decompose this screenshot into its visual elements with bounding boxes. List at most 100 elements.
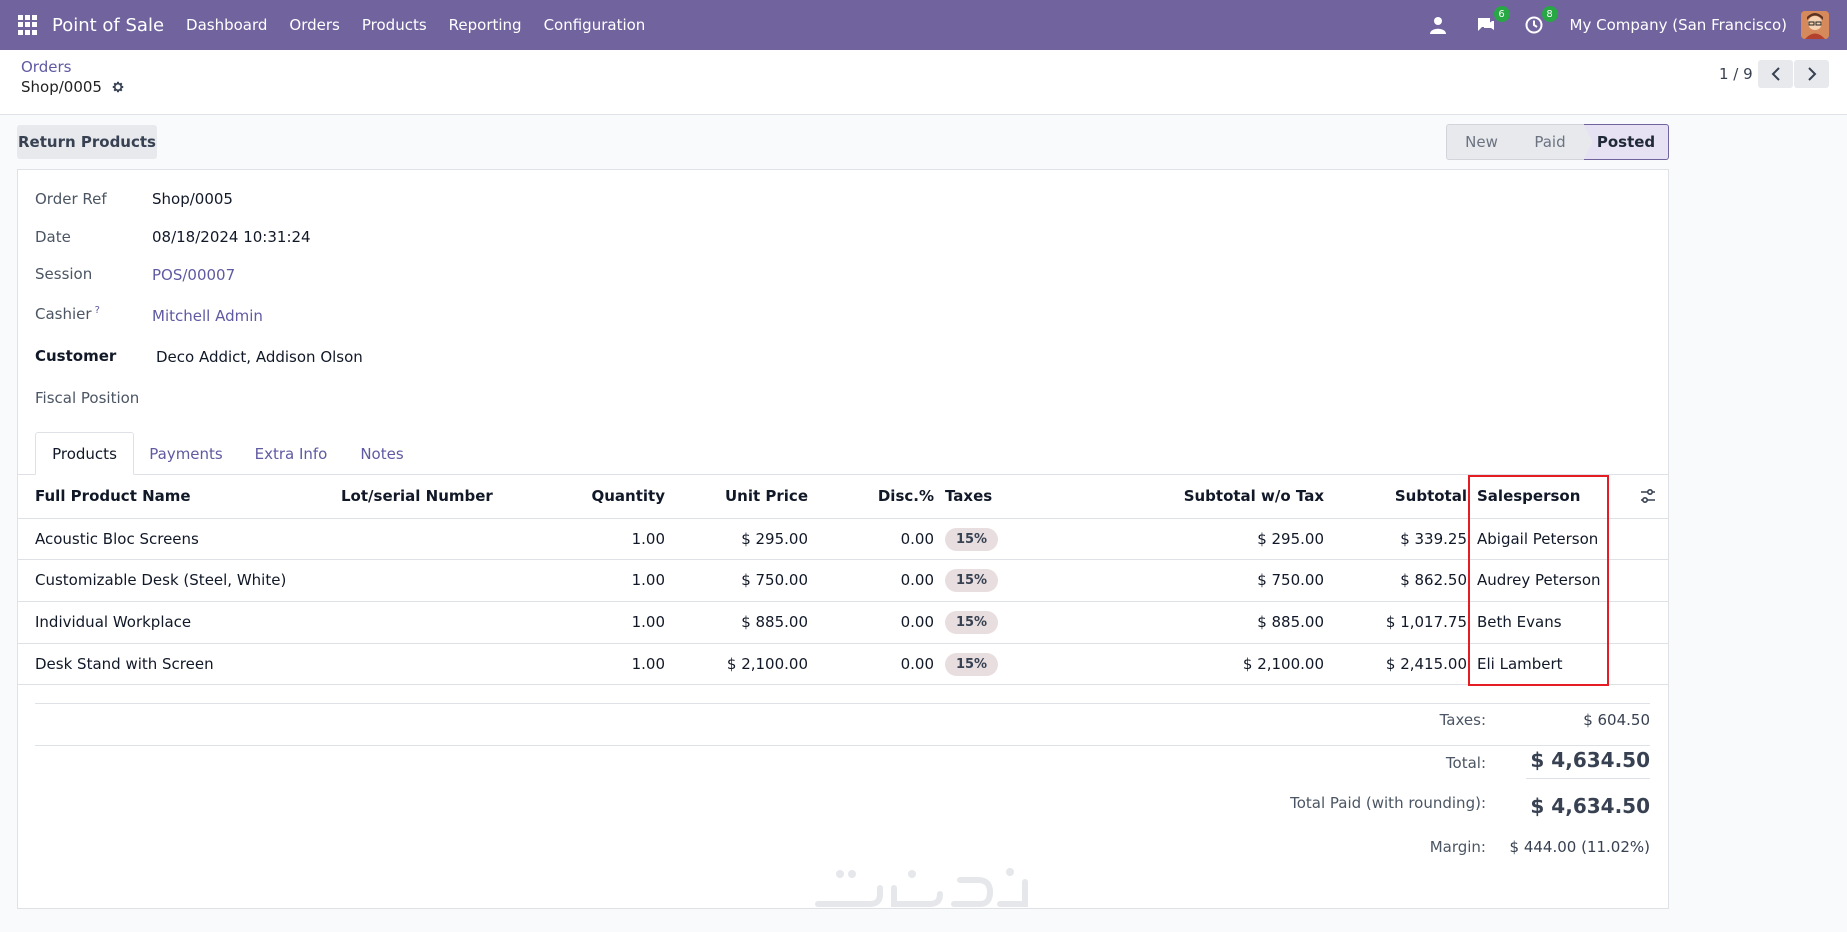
user-icon[interactable] <box>1426 13 1450 37</box>
col-salesperson[interactable]: Salesperson <box>1477 487 1580 505</box>
cell-salesperson[interactable]: Abigail Peterson <box>1477 530 1598 548</box>
cell-product[interactable]: Acoustic Bloc Screens <box>35 530 199 548</box>
total-paid-value: $ 4,634.50 <box>1530 794 1650 818</box>
cashier-label: Cashier? <box>35 305 100 323</box>
cell-unit-price[interactable]: $ 885.00 <box>741 613 808 631</box>
col-quantity[interactable]: Quantity <box>592 487 666 505</box>
menu-dashboard[interactable]: Dashboard <box>186 16 267 34</box>
cell-salesperson[interactable]: Audrey Peterson <box>1477 571 1601 589</box>
taxes-value: $ 604.50 <box>1583 711 1650 729</box>
cell-subtotal-wo-tax: $ 295.00 <box>1257 530 1324 548</box>
tab-products[interactable]: Products <box>35 432 134 475</box>
session-label: Session <box>35 265 93 283</box>
chevron-left-icon <box>1771 67 1780 81</box>
fiscal-position-field[interactable] <box>152 389 452 409</box>
cell-subtotal-wo-tax: $ 2,100.00 <box>1242 655 1324 673</box>
menu-orders[interactable]: Orders <box>289 16 339 34</box>
total-value: $ 4,634.50 <box>1530 748 1650 772</box>
gear-icon[interactable] <box>111 80 125 94</box>
cell-discount[interactable]: 0.00 <box>901 571 934 589</box>
cell-subtotal: $ 339.25 <box>1400 530 1467 548</box>
cell-quantity[interactable]: 1.00 <box>632 530 665 548</box>
cell-discount[interactable]: 0.00 <box>901 530 934 548</box>
cashier-label-text: Cashier <box>35 305 92 323</box>
tax-tag: 15% <box>945 569 998 592</box>
col-discount[interactable]: Disc.% <box>878 487 934 505</box>
menu-configuration[interactable]: Configuration <box>544 16 646 34</box>
column-settings-icon[interactable] <box>1640 488 1656 504</box>
breadcrumb-current: Shop/0005 <box>21 78 125 96</box>
cell-discount[interactable]: 0.00 <box>901 613 934 631</box>
cell-product[interactable]: Individual Workplace <box>35 613 191 631</box>
menu-reporting[interactable]: Reporting <box>449 16 522 34</box>
cashier-link[interactable]: Mitchell Admin <box>152 307 263 325</box>
cell-unit-price[interactable]: $ 295.00 <box>741 530 808 548</box>
date-value: 08/18/2024 10:31:24 <box>152 228 311 246</box>
stage-new-label: New <box>1465 133 1498 151</box>
pager-previous-button[interactable] <box>1758 60 1793 88</box>
stage-posted[interactable]: Posted <box>1584 124 1669 160</box>
cell-quantity[interactable]: 1.00 <box>632 655 665 673</box>
top-navbar: Point of Sale Dashboard Orders Products … <box>0 0 1847 50</box>
return-products-button[interactable]: Return Products <box>17 125 157 159</box>
tax-tag: 15% <box>945 528 998 551</box>
activities-badge: 8 <box>1541 6 1558 22</box>
cell-quantity[interactable]: 1.00 <box>632 613 665 631</box>
col-subtotal[interactable]: Subtotal <box>1395 487 1467 505</box>
pager-next-button[interactable] <box>1794 60 1829 88</box>
menu-products[interactable]: Products <box>362 16 427 34</box>
total-paid-label: Total Paid (with rounding): <box>1290 794 1486 812</box>
date-label: Date <box>35 228 71 246</box>
tax-tag: 15% <box>945 653 998 676</box>
tab-extra-info[interactable]: Extra Info <box>247 432 335 475</box>
control-panel: Orders Shop/0005 1 / 9 <box>0 50 1847 115</box>
clock-icon[interactable]: 8 <box>1522 6 1558 37</box>
stage-posted-label: Posted <box>1596 133 1656 151</box>
col-product-name[interactable]: Full Product Name <box>35 487 191 505</box>
avatar[interactable] <box>1801 11 1829 39</box>
chat-icon[interactable]: 6 <box>1474 6 1510 37</box>
stage-paid[interactable]: Paid <box>1516 124 1593 160</box>
cell-unit-price[interactable]: $ 750.00 <box>741 571 808 589</box>
chevron-right-icon <box>1807 67 1816 81</box>
cell-subtotal-wo-tax: $ 885.00 <box>1257 613 1324 631</box>
breadcrumb-orders[interactable]: Orders <box>21 58 71 76</box>
record-title: Shop/0005 <box>21 78 102 96</box>
session-link[interactable]: POS/00007 <box>152 266 235 284</box>
fiscal-position-label: Fiscal Position <box>35 389 140 407</box>
tab-payments[interactable]: Payments <box>142 432 230 475</box>
pager-value[interactable]: 1 / 9 <box>1719 65 1753 83</box>
margin-label: Margin: <box>1429 838 1486 856</box>
margin-value: $ 444.00 (11.02%) <box>1509 838 1650 856</box>
totals-divider <box>35 703 1650 704</box>
stage-new[interactable]: New <box>1446 124 1525 160</box>
col-taxes[interactable]: Taxes <box>945 487 992 505</box>
cell-product[interactable]: Customizable Desk (Steel, White) <box>35 571 286 589</box>
apps-grid-icon[interactable] <box>18 15 38 35</box>
order-ref-label: Order Ref <box>35 190 107 208</box>
cell-salesperson[interactable]: Eli Lambert <box>1477 655 1563 673</box>
col-subtotal-wo-tax[interactable]: Subtotal w/o Tax <box>1184 487 1324 505</box>
tab-notes[interactable]: Notes <box>352 432 412 475</box>
app-brand[interactable]: Point of Sale <box>52 15 164 36</box>
cell-quantity[interactable]: 1.00 <box>632 571 665 589</box>
order-ref-value: Shop/0005 <box>152 190 233 208</box>
total-label: Total: <box>1445 754 1486 772</box>
company-switcher[interactable]: My Company (San Francisco) <box>1570 16 1787 34</box>
cell-discount[interactable]: 0.00 <box>901 655 934 673</box>
stage-paid-label: Paid <box>1534 133 1566 151</box>
customer-field[interactable]: Deco Addict, Addison Olson <box>156 348 363 366</box>
help-icon[interactable]: ? <box>95 305 100 316</box>
taxes-label: Taxes: <box>1439 711 1486 729</box>
total-underline <box>1526 778 1650 779</box>
customer-label: Customer <box>35 347 117 365</box>
messages-badge: 6 <box>1493 6 1510 22</box>
tax-tag: 15% <box>945 611 998 634</box>
col-lot-serial[interactable]: Lot/serial Number <box>341 487 493 505</box>
totals-divider <box>35 745 1650 746</box>
col-unit-price[interactable]: Unit Price <box>725 487 808 505</box>
cell-product[interactable]: Desk Stand with Screen <box>35 655 214 673</box>
cell-salesperson[interactable]: Beth Evans <box>1477 613 1562 631</box>
cell-subtotal: $ 2,415.00 <box>1385 655 1467 673</box>
cell-unit-price[interactable]: $ 2,100.00 <box>727 655 808 673</box>
